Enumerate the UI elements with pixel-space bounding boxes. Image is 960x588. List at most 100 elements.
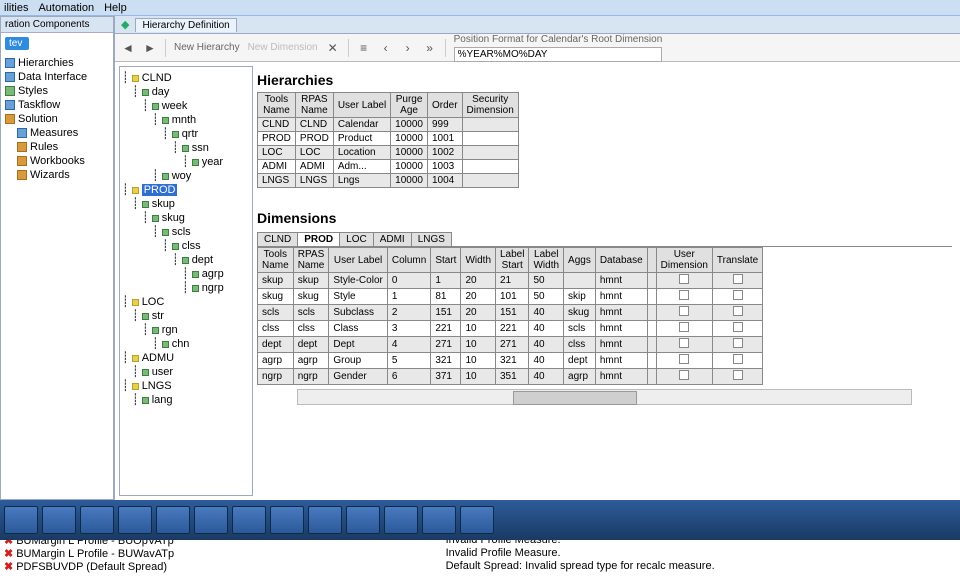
checkbox[interactable] [679, 338, 689, 348]
tree-node[interactable]: ┊ dept [122, 253, 250, 267]
column-header[interactable]: ToolsName [258, 93, 296, 118]
table-cell[interactable]: 20 [461, 305, 496, 321]
tree-node[interactable]: ┊ skug [122, 211, 250, 225]
explorer-node[interactable]: Rules [5, 140, 109, 154]
table-cell[interactable]: hmnt [595, 273, 647, 289]
column-header[interactable]: User Label [329, 248, 387, 273]
table-cell[interactable] [564, 273, 596, 289]
table-cell[interactable]: 10 [461, 321, 496, 337]
tree-node[interactable]: ┊ day [122, 85, 250, 99]
explorer-node[interactable]: Solution [5, 112, 109, 126]
tree-node[interactable]: ┊ week [122, 99, 250, 113]
tree-node[interactable]: ┊ ngrp [122, 281, 250, 295]
table-cell[interactable]: 40 [529, 337, 564, 353]
checkbox[interactable] [733, 370, 743, 380]
table-cell[interactable] [712, 337, 762, 353]
table-cell[interactable]: skup [258, 273, 294, 289]
column-header[interactable]: Order [427, 93, 462, 118]
table-cell[interactable]: 321 [431, 353, 461, 369]
task-row[interactable]: ✖PDFSBUVDP (Default Spread)Default Sprea… [0, 560, 960, 573]
table-cell[interactable] [656, 273, 712, 289]
table-cell[interactable]: agrp [258, 353, 294, 369]
table-cell[interactable]: 40 [529, 321, 564, 337]
table-cell[interactable]: 151 [431, 305, 461, 321]
nav-prev-icon[interactable]: ‹ [379, 41, 393, 55]
table-cell[interactable]: 6 [387, 369, 430, 385]
checkbox[interactable] [733, 338, 743, 348]
tree-node[interactable]: ┊ chn [122, 337, 250, 351]
table-cell[interactable]: Adm... [333, 160, 390, 174]
checkbox[interactable] [679, 306, 689, 316]
explorer-node[interactable]: Styles [5, 84, 109, 98]
table-cell[interactable]: dept [564, 353, 596, 369]
table-cell[interactable] [712, 289, 762, 305]
table-cell[interactable] [647, 369, 656, 385]
table-cell[interactable]: clss [564, 337, 596, 353]
dim-tab[interactable]: PROD [297, 232, 340, 246]
table-cell[interactable]: 1002 [427, 146, 462, 160]
hierarchies-table[interactable]: ToolsNameRPASNameUser LabelPurgeAgeOrder… [257, 92, 519, 188]
taskbar-button[interactable] [156, 506, 190, 534]
table-cell[interactable]: LOC [295, 146, 333, 160]
table-cell[interactable] [712, 369, 762, 385]
table-cell[interactable]: ADMI [295, 160, 333, 174]
table-cell[interactable]: 40 [529, 353, 564, 369]
menu-item[interactable]: Help [104, 2, 127, 14]
tree-node[interactable]: ┊ skup [122, 197, 250, 211]
table-cell[interactable]: CLND [258, 118, 296, 132]
menu-item[interactable]: Automation [38, 2, 94, 14]
table-cell[interactable]: hmnt [595, 321, 647, 337]
tree-node[interactable]: ┊ ADMU [122, 351, 250, 365]
table-cell[interactable]: 40 [529, 305, 564, 321]
table-cell[interactable]: 2 [387, 305, 430, 321]
column-header[interactable]: RPASName [295, 93, 333, 118]
table-cell[interactable]: Dept [329, 337, 387, 353]
table-cell[interactable] [712, 321, 762, 337]
table-cell[interactable]: 81 [431, 289, 461, 305]
table-cell[interactable] [712, 353, 762, 369]
column-header[interactable]: PurgeAge [391, 93, 428, 118]
table-cell[interactable]: 21 [496, 273, 529, 289]
windows-taskbar[interactable] [0, 500, 960, 540]
column-header[interactable]: Translate [712, 248, 762, 273]
tree-node[interactable]: ┊ PROD [122, 183, 250, 197]
table-cell[interactable]: Location [333, 146, 390, 160]
table-cell[interactable]: 371 [431, 369, 461, 385]
column-header[interactable]: ToolsName [258, 248, 294, 273]
explorer-node[interactable]: Workbooks [5, 154, 109, 168]
table-cell[interactable]: 10 [461, 337, 496, 353]
table-cell[interactable]: 999 [427, 118, 462, 132]
explorer-node[interactable]: Data Interface [5, 70, 109, 84]
table-cell[interactable]: agrp [564, 369, 596, 385]
table-cell[interactable]: 271 [431, 337, 461, 353]
table-cell[interactable]: PROD [258, 132, 296, 146]
table-cell[interactable]: 5 [387, 353, 430, 369]
table-cell[interactable]: Gender [329, 369, 387, 385]
table-cell[interactable]: 321 [496, 353, 529, 369]
checkbox[interactable] [733, 274, 743, 284]
column-header[interactable]: RPASName [293, 248, 329, 273]
checkbox[interactable] [733, 322, 743, 332]
table-cell[interactable] [647, 337, 656, 353]
table-cell[interactable] [647, 273, 656, 289]
column-header[interactable]: User Label [333, 93, 390, 118]
table-cell[interactable]: agrp [293, 353, 329, 369]
table-cell[interactable]: hmnt [595, 305, 647, 321]
table-cell[interactable]: PROD [295, 132, 333, 146]
table-cell[interactable] [656, 305, 712, 321]
table-cell[interactable]: 101 [496, 289, 529, 305]
table-cell[interactable]: 10000 [391, 160, 428, 174]
table-cell[interactable]: 271 [496, 337, 529, 353]
table-cell[interactable]: 3 [387, 321, 430, 337]
table-cell[interactable]: Group [329, 353, 387, 369]
dim-tab[interactable]: LOC [339, 232, 374, 246]
taskbar-button[interactable] [4, 506, 38, 534]
table-cell[interactable]: 10000 [391, 132, 428, 146]
table-cell[interactable] [462, 146, 518, 160]
table-cell[interactable]: scls [293, 305, 329, 321]
table-cell[interactable] [656, 337, 712, 353]
tree-node[interactable]: ┊ year [122, 155, 250, 169]
table-cell[interactable]: 221 [431, 321, 461, 337]
dim-tab[interactable]: CLND [257, 232, 298, 246]
table-cell[interactable]: Product [333, 132, 390, 146]
